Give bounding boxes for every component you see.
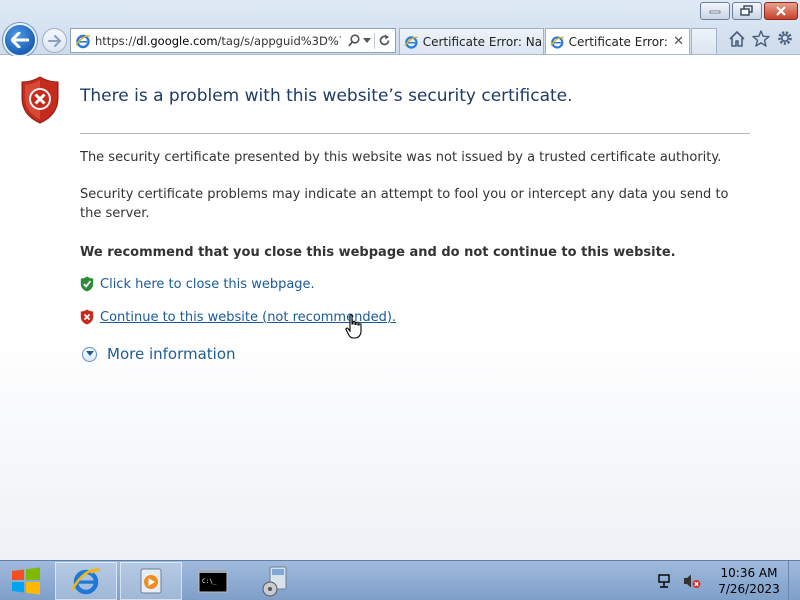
show-desktop-button[interactable] [788,561,800,600]
close-icon [776,6,786,16]
shield-error-icon [21,76,59,124]
system-tray: 10:36 AM 7/26/2023 [650,561,800,600]
command-prompt-icon: C:\_ [198,569,228,593]
installer-icon [262,566,287,597]
tab-certificate-error-2[interactable]: Certificate Error: ... ✕ [545,28,690,54]
volume-muted-icon[interactable] [683,572,701,590]
browser-chrome: https://dl.google.com/tag/s/appguid%3D%7… [0,0,800,57]
back-button[interactable] [3,23,37,57]
back-arrow-icon [11,32,29,48]
warning-paragraph: Security certificate problems may indica… [80,187,729,221]
windows-logo-icon [12,567,40,595]
close-window-button[interactable] [764,2,798,20]
url-host: dl.google.com [136,33,218,48]
minimize-icon [709,10,721,14]
shield-error-small-icon [80,309,94,325]
taskbar-command-prompt[interactable]: C:\_ [182,562,244,600]
search-icon[interactable] [348,34,360,47]
toolbar-icons [728,29,794,47]
chevron-down-icon[interactable] [363,37,371,44]
ie-tab-icon [550,35,564,49]
media-player-icon [140,568,162,594]
clock[interactable]: 10:36 AM 7/26/2023 [712,565,786,597]
taskbar-internet-explorer[interactable] [55,562,117,600]
recommendation-text: We recommend that you close this webpage… [80,245,676,260]
description-paragraph: The security certificate presented by th… [80,150,722,165]
close-webpage-link[interactable]: Click here to close this webpage. [80,276,315,292]
hand-cursor-icon [345,314,362,339]
more-information-label[interactable]: More information [107,345,236,363]
forward-button[interactable] [42,28,67,53]
address-bar-icons [348,32,395,49]
separator [374,32,375,49]
divider [80,133,750,134]
refresh-icon[interactable] [378,34,391,47]
tab-label: Certificate Error: ... [568,34,674,49]
close-webpage-label[interactable]: Click here to close this webpage. [100,277,315,292]
taskbar-media-player[interactable] [120,562,182,600]
taskbar: C:\_ 10:36 AM 7/26/2023 [0,560,800,600]
tab-label: Certificate Error: Na... [422,34,543,49]
ie-tab-icon [404,35,418,49]
start-button[interactable] [0,561,52,600]
restore-button[interactable] [732,2,762,20]
url-path: /tag/s/appguid%3D%7E [217,33,341,48]
svg-text:C:\_: C:\_ [202,578,217,585]
window-controls [700,2,798,20]
clock-date: 7/26/2023 [718,582,780,596]
page-title: There is a problem with this website’s s… [80,86,573,106]
address-url[interactable]: https://dl.google.com/tag/s/appguid%3D%7… [95,34,341,48]
address-bar[interactable]: https://dl.google.com/tag/s/appguid%3D%7… [70,28,396,53]
expand-icon [82,346,97,362]
network-icon[interactable] [655,572,673,590]
url-prefix: https:// [95,33,137,48]
minimize-button[interactable] [700,2,730,20]
restore-icon [740,5,753,16]
forward-arrow-icon [47,34,61,47]
tab-close-icon[interactable]: ✕ [673,34,684,49]
home-icon[interactable] [728,29,746,47]
internet-explorer-icon [70,568,101,595]
tab-certificate-error-1[interactable]: Certificate Error: Na... [399,28,544,54]
shield-check-icon [80,276,94,292]
certificate-error-page: There is a problem with this website’s s… [0,56,800,560]
ie-page-icon [75,34,91,48]
new-tab-button[interactable] [691,28,717,54]
taskbar-installer[interactable] [244,562,306,600]
clock-time: 10:36 AM [720,566,778,580]
star-icon[interactable] [752,29,770,47]
gear-icon[interactable] [776,29,794,47]
more-information-toggle[interactable]: More information [82,345,236,363]
